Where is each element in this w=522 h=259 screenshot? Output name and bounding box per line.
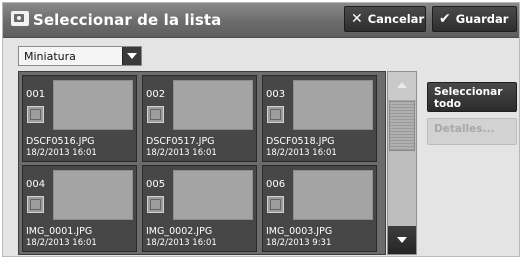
file-name: IMG_0001.JPG	[26, 226, 93, 237]
file-checkbox[interactable]	[147, 106, 164, 123]
file-name: IMG_0003.JPG	[266, 226, 333, 237]
file-date: 18/2/2013 16:01	[146, 148, 217, 158]
chevron-down-icon[interactable]	[122, 47, 141, 65]
thumbnail-image	[173, 170, 253, 220]
file-number: 005	[146, 179, 166, 190]
file-number: 006	[266, 179, 286, 190]
select-from-list-window: Seleccionar de la lista ✕ Cancelar ✔ Gua…	[2, 2, 520, 257]
close-icon: ✕	[351, 11, 363, 27]
file-checkbox[interactable]	[267, 106, 284, 123]
file-tile[interactable]: 001 DSCF0516.JPG 18/2/2013 16:01	[22, 75, 137, 162]
select-all-button[interactable]: Seleccionar todo	[427, 82, 517, 112]
file-checkbox[interactable]	[147, 196, 164, 213]
grid-scrollbar[interactable]	[387, 71, 417, 255]
file-number: 001	[26, 89, 46, 100]
file-tile[interactable]: 005 IMG_0002.JPG 18/2/2013 16:01	[142, 165, 257, 252]
file-date: 18/2/2013 16:01	[26, 238, 97, 248]
file-tile[interactable]: 004 IMG_0001.JPG 18/2/2013 16:01	[22, 165, 137, 252]
file-name: DSCF0516.JPG	[26, 136, 95, 147]
camera-icon	[11, 11, 29, 26]
view-mode-select[interactable]: Miniatura	[18, 46, 142, 66]
scroll-up-button[interactable]	[388, 72, 416, 101]
file-tile[interactable]: 003 DSCF0518.JPG 18/2/2013 16:01	[262, 75, 377, 162]
cancel-label: Cancelar	[367, 12, 425, 26]
page-title: Seleccionar de la lista	[33, 11, 222, 29]
cancel-button[interactable]: ✕ Cancelar	[344, 6, 426, 32]
file-date: 18/2/2013 16:01	[26, 148, 97, 158]
thumbnail-image	[53, 80, 133, 130]
checkmark-icon: ✔	[439, 11, 451, 27]
file-name: IMG_0002.JPG	[146, 226, 213, 237]
file-date: 18/2/2013 16:01	[146, 238, 217, 248]
save-label: Guardar	[455, 12, 509, 26]
file-tile[interactable]: 002 DSCF0517.JPG 18/2/2013 16:01	[142, 75, 257, 162]
file-name: DSCF0518.JPG	[266, 136, 335, 147]
file-date: 18/2/2013 16:01	[266, 148, 337, 158]
scrollbar-thumb[interactable]	[389, 101, 415, 151]
file-number: 003	[266, 89, 286, 100]
file-name: DSCF0517.JPG	[146, 136, 215, 147]
file-checkbox[interactable]	[267, 196, 284, 213]
file-number: 002	[146, 89, 166, 100]
file-number: 004	[26, 179, 46, 190]
scroll-down-button[interactable]	[388, 226, 416, 254]
thumbnail-image	[53, 170, 133, 220]
save-button[interactable]: ✔ Guardar	[432, 6, 517, 32]
file-thumbnail-grid: 001 DSCF0516.JPG 18/2/2013 16:01 002 DSC…	[18, 71, 386, 255]
thumbnail-image	[293, 80, 373, 130]
file-tile[interactable]: 006 IMG_0003.JPG 18/2/2013 9:31	[262, 165, 377, 252]
details-button[interactable]: Detalles...	[427, 118, 517, 145]
file-checkbox[interactable]	[27, 106, 44, 123]
thumbnail-image	[173, 80, 253, 130]
file-date: 18/2/2013 9:31	[266, 238, 332, 248]
thumbnail-image	[293, 170, 373, 220]
view-mode-value: Miniatura	[24, 50, 76, 63]
title-bar: Seleccionar de la lista ✕ Cancelar ✔ Gua…	[3, 3, 519, 38]
file-checkbox[interactable]	[27, 196, 44, 213]
